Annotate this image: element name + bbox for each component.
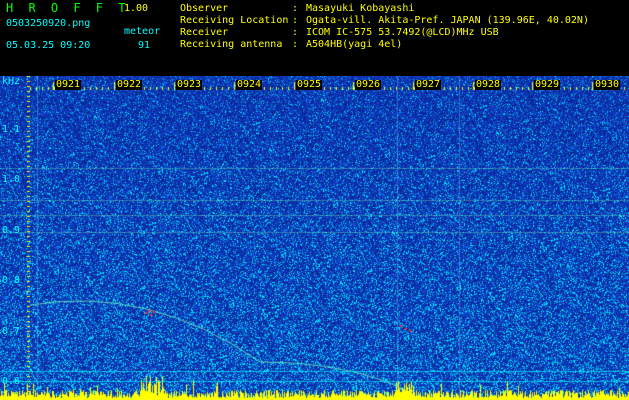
x-tick-label: 0923 bbox=[176, 79, 203, 90]
y-tick-label: 0.9 bbox=[2, 225, 21, 236]
y-tick-label: 1.1 bbox=[2, 124, 21, 135]
info-value-observer: Masayuki Kobayashi bbox=[306, 3, 415, 14]
x-tick-label: 0924 bbox=[236, 79, 263, 90]
mode-label: meteor bbox=[124, 26, 161, 37]
meteor-count: 91 bbox=[138, 40, 151, 51]
info-label-antenna: Receiving antenna bbox=[180, 39, 283, 50]
y-tick-label: 0.8 bbox=[2, 275, 21, 286]
spectrogram-canvas bbox=[0, 76, 629, 400]
y-axis-unit: kHz bbox=[2, 76, 21, 87]
x-tick-label: 0925 bbox=[296, 79, 323, 90]
info-value-location: Ogata-vill. Akita-Pref. JAPAN (139.96E, … bbox=[306, 15, 589, 26]
app-version: 1.00 bbox=[124, 3, 149, 14]
x-tick-label: 0922 bbox=[116, 79, 143, 90]
info-colon: : bbox=[292, 3, 299, 14]
file-name: 0503250920.png bbox=[6, 18, 91, 29]
info-value-antenna: A504HB(yagi 4el) bbox=[306, 39, 403, 50]
y-tick-label: 0.7 bbox=[2, 326, 21, 337]
info-colon: : bbox=[292, 39, 299, 50]
x-tick-label: 0921 bbox=[55, 79, 82, 90]
info-label-receiver: Receiver bbox=[180, 27, 229, 38]
info-colon: : bbox=[292, 27, 299, 38]
info-label-location: Receiving Location bbox=[180, 15, 289, 26]
app-logo: H R O F F T bbox=[6, 1, 130, 15]
info-value-receiver: ICOM IC-575 53.7492(@LCD)MHz USB bbox=[306, 27, 499, 38]
x-tick-label: 0929 bbox=[534, 79, 561, 90]
info-label-observer: Observer bbox=[180, 3, 229, 14]
x-tick-label: 0930 bbox=[594, 79, 621, 90]
x-tick-label: 0926 bbox=[355, 79, 382, 90]
x-tick-label: 0927 bbox=[415, 79, 442, 90]
capture-datetime: 05.03.25 09:20 bbox=[6, 40, 91, 51]
y-tick-label: 0.6 bbox=[2, 376, 21, 387]
x-tick-label: 0928 bbox=[475, 79, 502, 90]
info-colon: : bbox=[292, 15, 299, 26]
y-tick-label: 1.0 bbox=[2, 174, 21, 185]
